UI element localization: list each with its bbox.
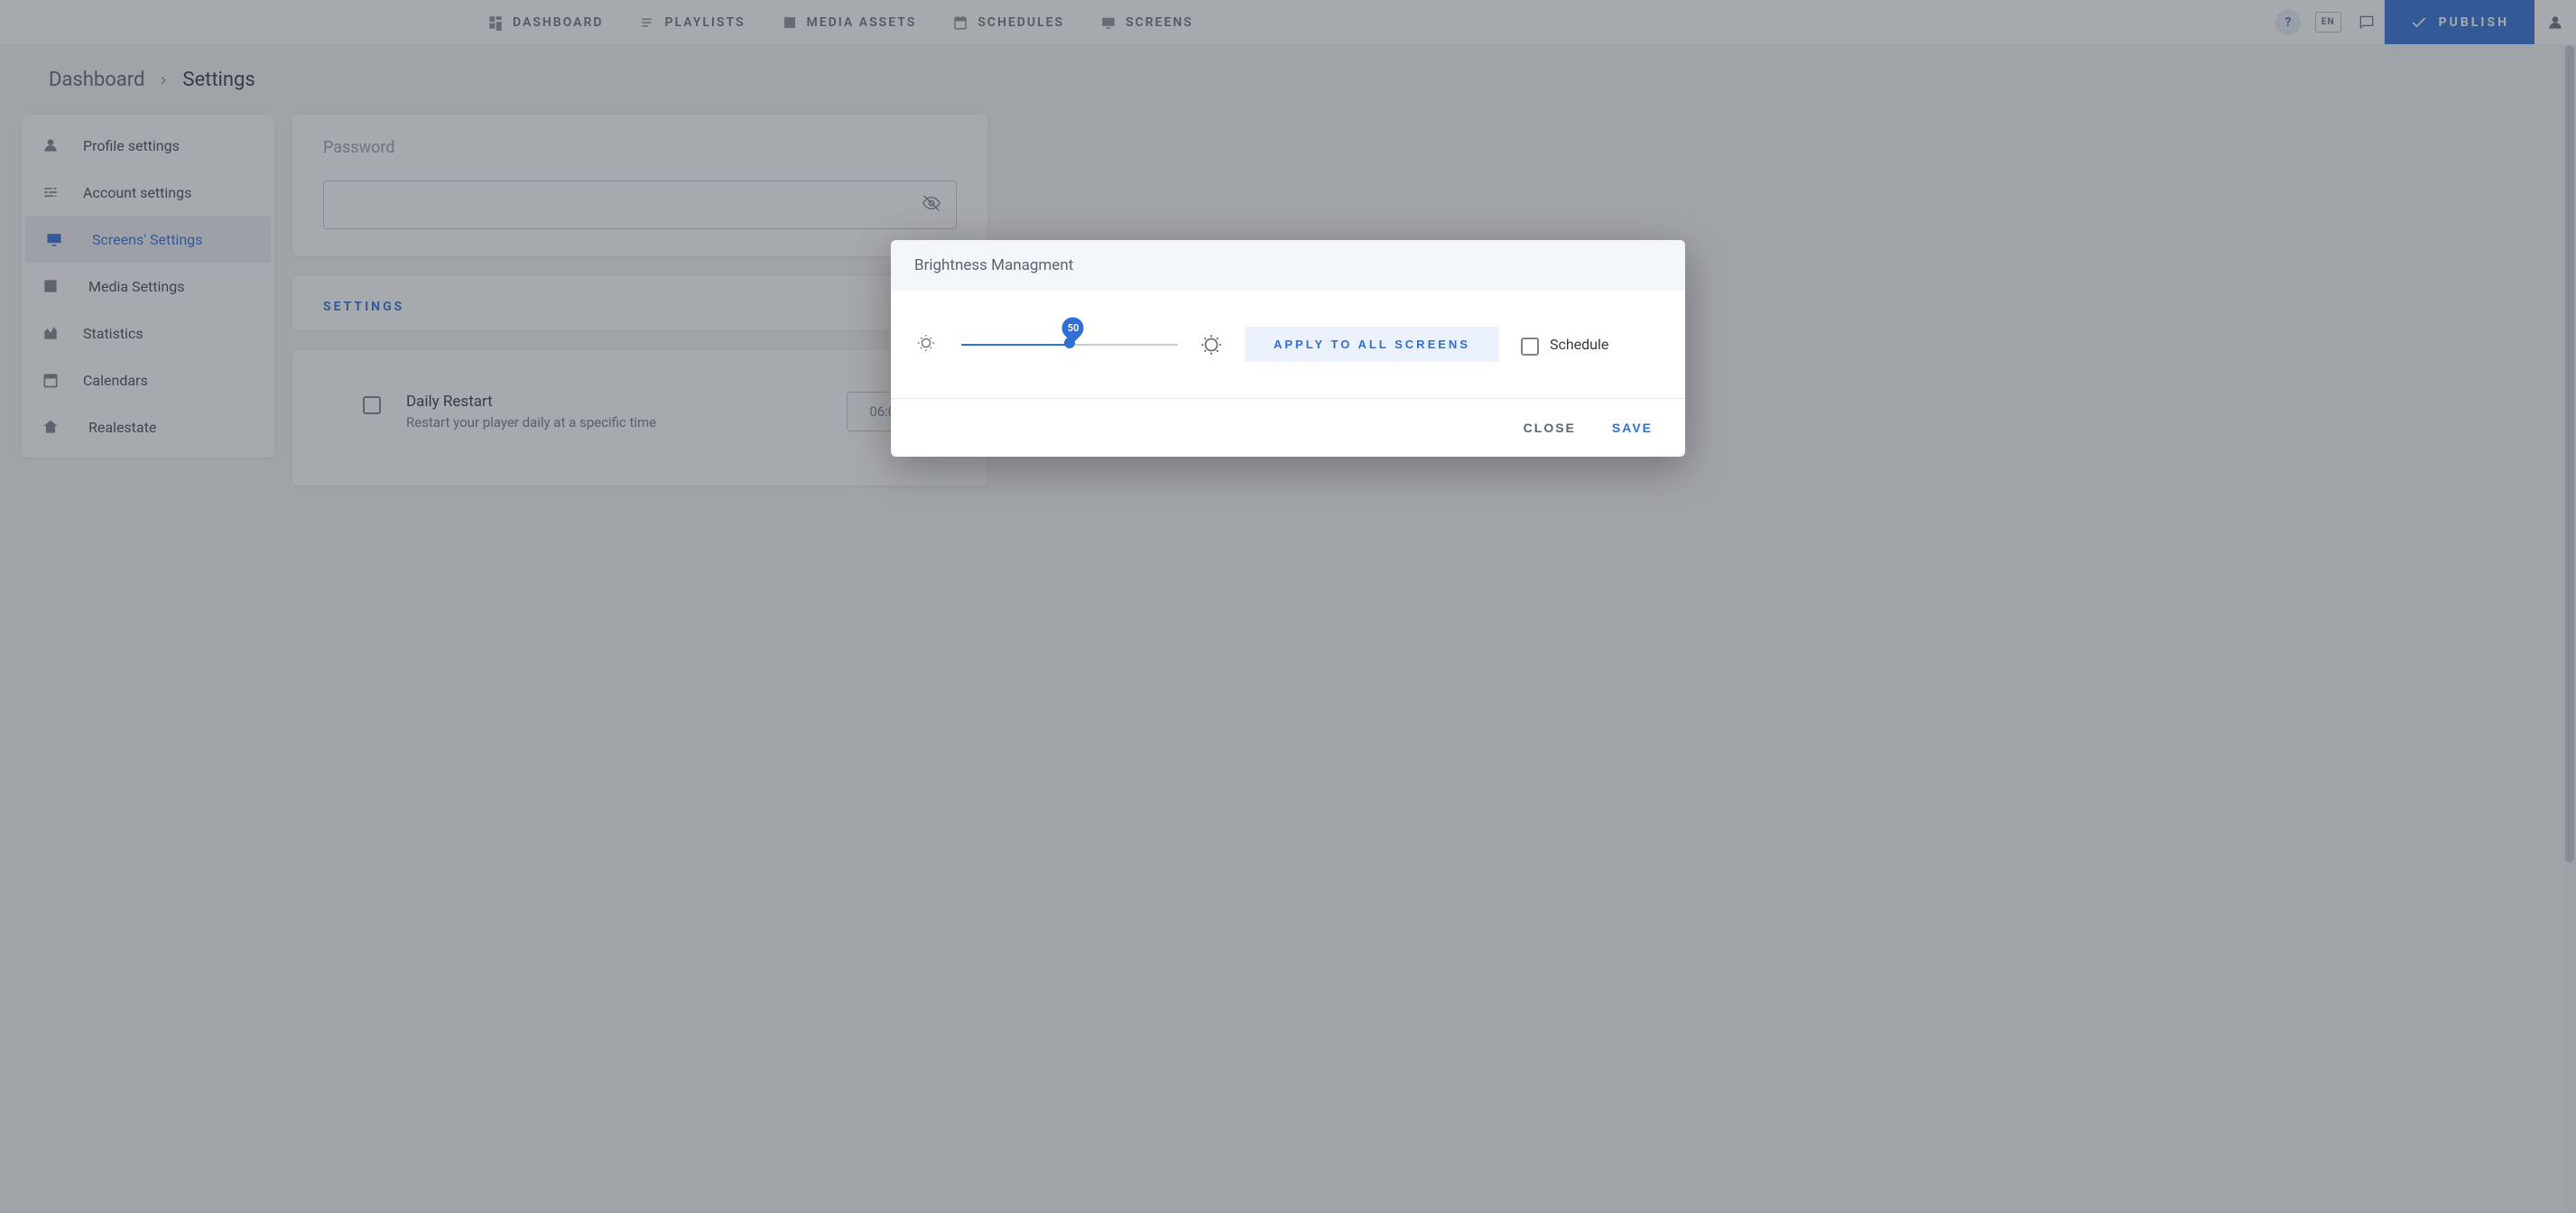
brightness-low-icon xyxy=(916,333,940,356)
brightness-modal: Brightness Managment 50 APPLY TO ALL SCR… xyxy=(891,240,1685,457)
schedule-checkbox[interactable] xyxy=(1521,338,1539,356)
modal-save-button[interactable]: SAVE xyxy=(1605,415,1660,440)
slider-value: 50 xyxy=(1067,321,1079,333)
modal-close-button[interactable]: CLOSE xyxy=(1516,415,1583,440)
slider-fill xyxy=(961,344,1070,346)
modal-title: Brightness Managment xyxy=(891,240,1685,291)
slider-thumb[interactable] xyxy=(1064,338,1075,348)
schedule-label: Schedule xyxy=(1550,336,1608,353)
modal-scrim[interactable]: Brightness Managment 50 APPLY TO ALL SCR… xyxy=(0,0,2576,1213)
schedule-group: Schedule xyxy=(1521,334,1608,356)
brightness-slider[interactable]: 50 xyxy=(961,342,1178,347)
apply-to-all-screens-button[interactable]: APPLY TO ALL SCREENS xyxy=(1245,327,1499,362)
brightness-high-icon xyxy=(1200,333,1223,356)
